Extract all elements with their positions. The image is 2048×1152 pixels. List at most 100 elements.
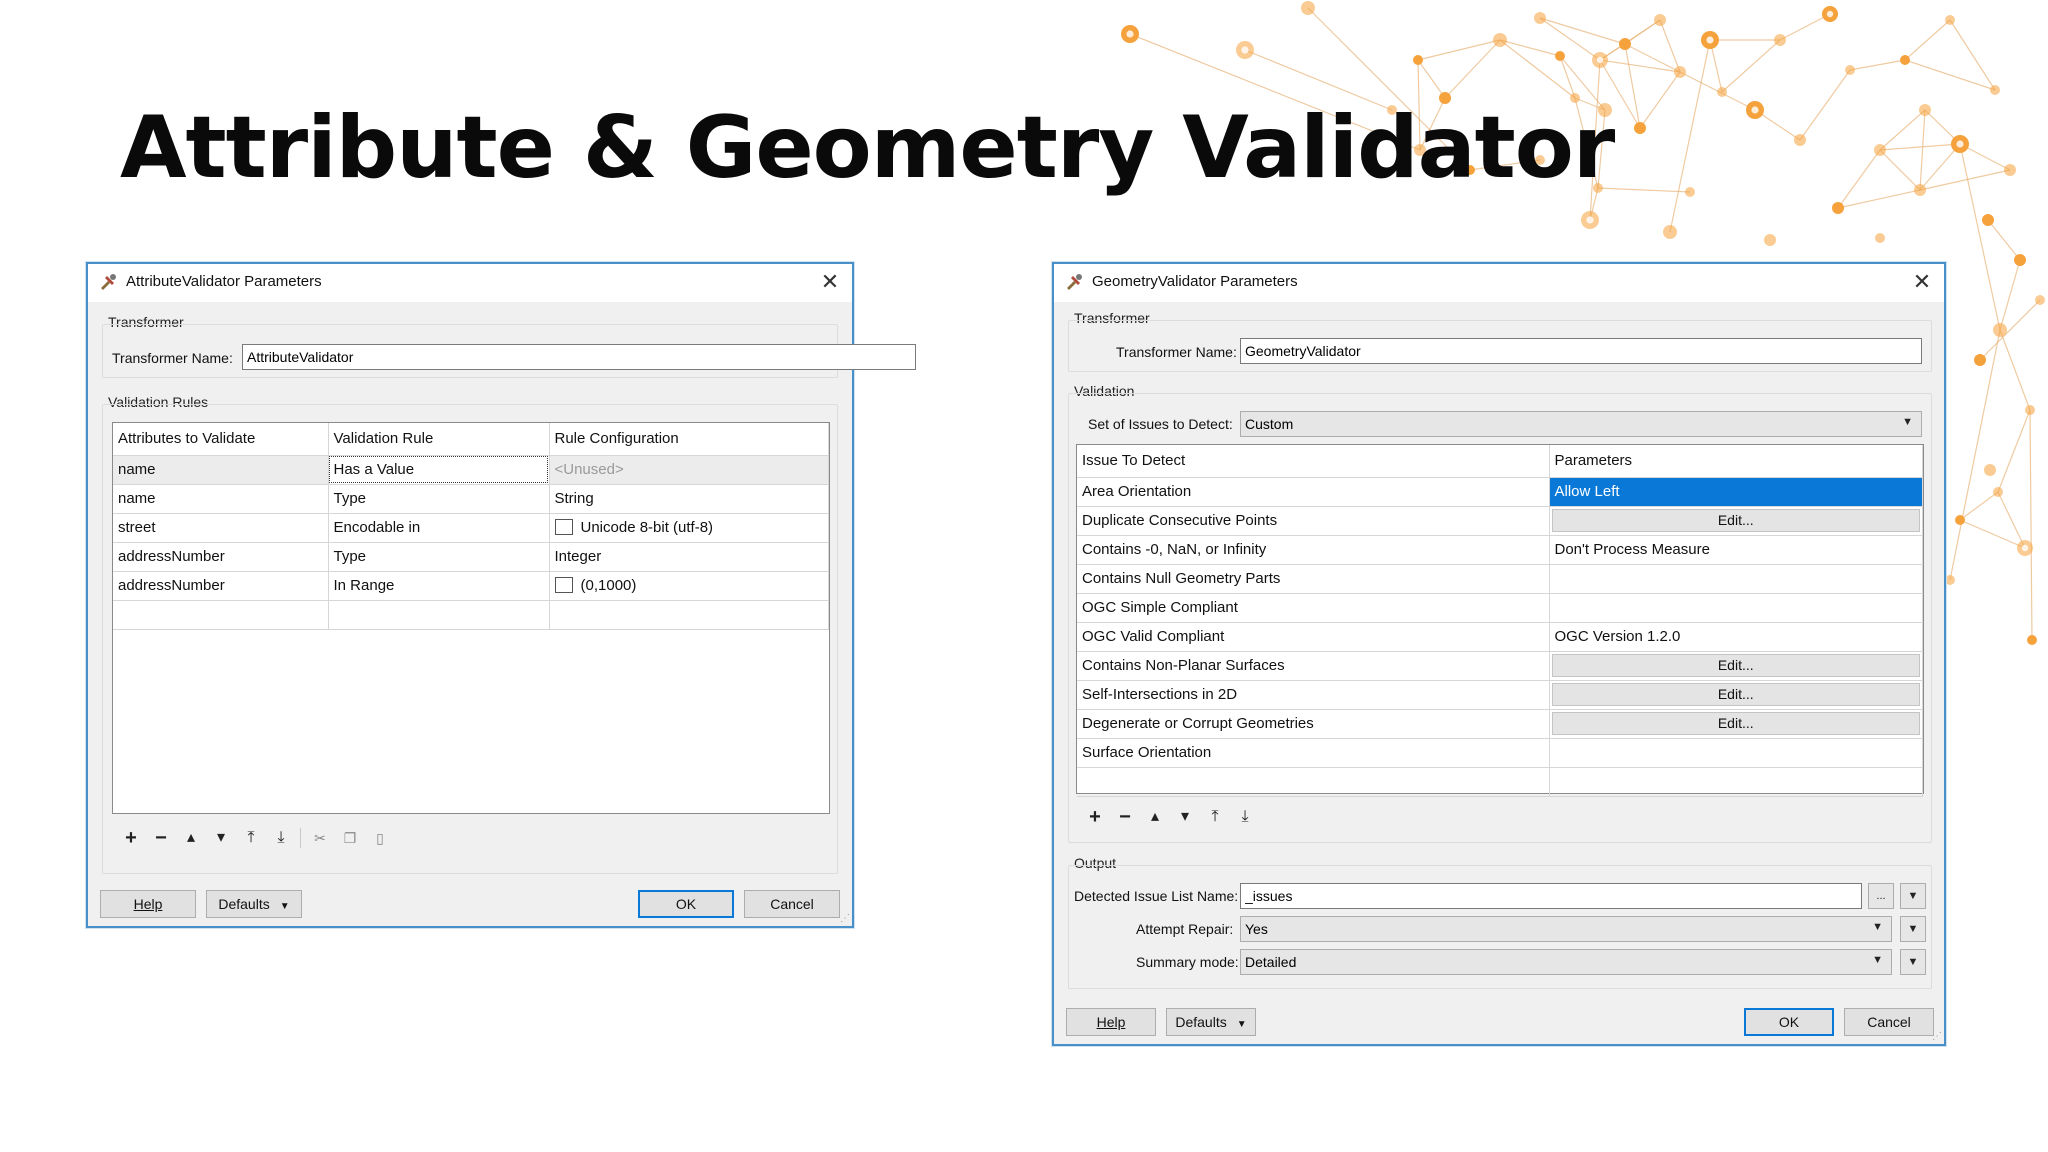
issue-cell[interactable]: Area Orientation (1077, 477, 1550, 507)
geom-transformer-name-input[interactable] (1240, 338, 1922, 364)
geom-defaults-button[interactable]: Defaults ▼ (1166, 1008, 1256, 1036)
issue-cell[interactable]: OGC Valid Compliant (1077, 622, 1550, 652)
move-bottom-icon[interactable]: ⤓ (1230, 804, 1260, 830)
edit-parameters-button[interactable]: Edit... (1551, 509, 1920, 532)
empty-cell[interactable] (1549, 767, 1923, 797)
repair-menu-button[interactable]: ▼ (1900, 916, 1926, 942)
config-cell[interactable]: Integer (549, 542, 829, 572)
attr-col-header[interactable]: Attributes to Validate (113, 423, 329, 456)
geom-help-button[interactable]: Help (1066, 1008, 1156, 1036)
remove-row-icon[interactable]: − (1110, 804, 1140, 830)
config-cell[interactable]: Unicode 8-bit (utf-8) (549, 513, 829, 543)
table-row[interactable]: Degenerate or Corrupt Geometries Edit... (1077, 709, 1923, 739)
attr-col-header[interactable]: Rule Configuration (549, 423, 829, 456)
table-row[interactable]: Contains Null Geometry Parts (1077, 564, 1923, 594)
attr-ok-button[interactable]: OK (638, 890, 734, 918)
attribute-cell[interactable]: addressNumber (113, 542, 329, 572)
parameter-cell[interactable] (1549, 564, 1923, 594)
move-down-icon[interactable]: ▾ (206, 825, 236, 851)
parameter-cell[interactable]: Edit... (1549, 680, 1923, 710)
attribute-cell[interactable]: name (113, 484, 329, 514)
parameter-cell[interactable]: Edit... (1549, 709, 1923, 739)
attr-close-icon[interactable]: ✕ (816, 268, 844, 296)
geom-issue-list-input[interactable] (1240, 883, 1862, 909)
rule-cell[interactable]: Encodable in (328, 513, 550, 543)
parameter-cell[interactable]: Edit... (1549, 506, 1923, 536)
issue-list-menu-button[interactable]: ▼ (1900, 883, 1926, 909)
add-row-icon[interactable]: + (1080, 804, 1110, 830)
move-up-icon[interactable]: ▴ (176, 825, 206, 851)
table-row[interactable]: OGC Valid Compliant OGC Version 1.2.0 (1077, 622, 1923, 652)
issue-cell[interactable]: Degenerate or Corrupt Geometries (1077, 709, 1550, 739)
attr-defaults-button[interactable]: Defaults ▼ (206, 890, 302, 918)
issue-cell[interactable]: Contains Null Geometry Parts (1077, 564, 1550, 594)
config-editor-icon[interactable] (554, 577, 573, 593)
ellipsis-button[interactable]: ... (1868, 883, 1894, 909)
parameter-cell[interactable]: OGC Version 1.2.0 (1549, 622, 1923, 652)
empty-cell[interactable] (1077, 767, 1550, 797)
parameter-cell[interactable]: Edit... (1549, 651, 1923, 681)
move-top-icon[interactable]: ⤒ (236, 825, 266, 851)
edit-parameters-button[interactable]: Edit... (1551, 654, 1920, 677)
rule-cell[interactable]: In Range (328, 571, 550, 601)
issue-cell[interactable]: Self-Intersections in 2D (1077, 680, 1550, 710)
edit-parameters-button[interactable]: Edit... (1551, 712, 1920, 735)
geom-close-icon[interactable]: ✕ (1908, 268, 1936, 296)
table-row[interactable]: Area Orientation Allow Left (1077, 477, 1923, 507)
geom-repair-select[interactable]: Yes ▼ (1240, 916, 1892, 942)
move-top-icon[interactable]: ⤒ (1200, 804, 1230, 830)
rule-cell[interactable]: Has a Value (328, 455, 550, 485)
move-up-icon[interactable]: ▴ (1140, 804, 1170, 830)
empty-cell[interactable] (113, 600, 329, 630)
issue-cell[interactable]: Contains -0, NaN, or Infinity (1077, 535, 1550, 565)
empty-row[interactable] (1077, 767, 1923, 797)
parameter-cell[interactable]: Don't Process Measure (1549, 535, 1923, 565)
attr-help-button[interactable]: Help (100, 890, 196, 918)
edit-parameters-button[interactable]: Edit... (1551, 683, 1920, 706)
geom-summary-select[interactable]: Detailed ▼ (1240, 949, 1892, 975)
table-row[interactable]: addressNumber Type Integer (113, 542, 829, 572)
rule-cell[interactable]: Type (328, 484, 550, 514)
issue-cell[interactable]: Duplicate Consecutive Points (1077, 506, 1550, 536)
geom-col-header[interactable]: Issue To Detect (1077, 445, 1550, 478)
attribute-cell[interactable]: name (113, 455, 329, 485)
geom-issues-select[interactable]: Custom ▼ (1240, 411, 1922, 437)
table-row[interactable]: Contains Non-Planar Surfaces Edit... (1077, 651, 1923, 681)
table-row[interactable]: name Has a Value <Unused> (113, 455, 829, 485)
attribute-cell[interactable]: street (113, 513, 329, 543)
config-editor-icon[interactable] (554, 519, 573, 535)
attr-transformer-name-input[interactable] (242, 344, 916, 370)
attr-cancel-button[interactable]: Cancel (744, 890, 840, 918)
summary-menu-button[interactable]: ▼ (1900, 949, 1926, 975)
empty-cell[interactable] (328, 600, 550, 630)
attr-col-header[interactable]: Validation Rule (328, 423, 550, 456)
table-row[interactable]: OGC Simple Compliant (1077, 593, 1923, 623)
table-row[interactable]: name Type String (113, 484, 829, 514)
config-cell[interactable]: <Unused> (549, 455, 829, 485)
move-bottom-icon[interactable]: ⤓ (266, 825, 296, 851)
rule-cell[interactable]: Type (328, 542, 550, 572)
resize-grip-icon[interactable]: ⋰ (840, 913, 850, 924)
remove-row-icon[interactable]: − (146, 825, 176, 851)
move-down-icon[interactable]: ▾ (1170, 804, 1200, 830)
geom-ok-button[interactable]: OK (1744, 1008, 1834, 1036)
table-row[interactable]: Self-Intersections in 2D Edit... (1077, 680, 1923, 710)
parameter-cell[interactable] (1549, 593, 1923, 623)
paste-icon[interactable]: ▯ (365, 825, 395, 851)
table-row[interactable]: addressNumber In Range (0,1000) (113, 571, 829, 601)
empty-cell[interactable] (549, 600, 829, 630)
config-cell[interactable]: (0,1000) (549, 571, 829, 601)
geom-col-header[interactable]: Parameters (1549, 445, 1923, 478)
config-cell[interactable]: String (549, 484, 829, 514)
table-row[interactable]: street Encodable in Unicode 8-bit (utf-8) (113, 513, 829, 543)
issue-cell[interactable]: OGC Simple Compliant (1077, 593, 1550, 623)
cut-icon[interactable]: ✂ (305, 825, 335, 851)
issue-cell[interactable]: Contains Non-Planar Surfaces (1077, 651, 1550, 681)
table-row[interactable]: Duplicate Consecutive Points Edit... (1077, 506, 1923, 536)
table-row[interactable]: Surface Orientation (1077, 738, 1923, 768)
copy-icon[interactable]: ❐ (335, 825, 365, 851)
resize-grip-icon[interactable]: ⋰ (1932, 1031, 1942, 1042)
issue-cell[interactable]: Surface Orientation (1077, 738, 1550, 768)
empty-row[interactable] (113, 600, 829, 630)
attribute-cell[interactable]: addressNumber (113, 571, 329, 601)
